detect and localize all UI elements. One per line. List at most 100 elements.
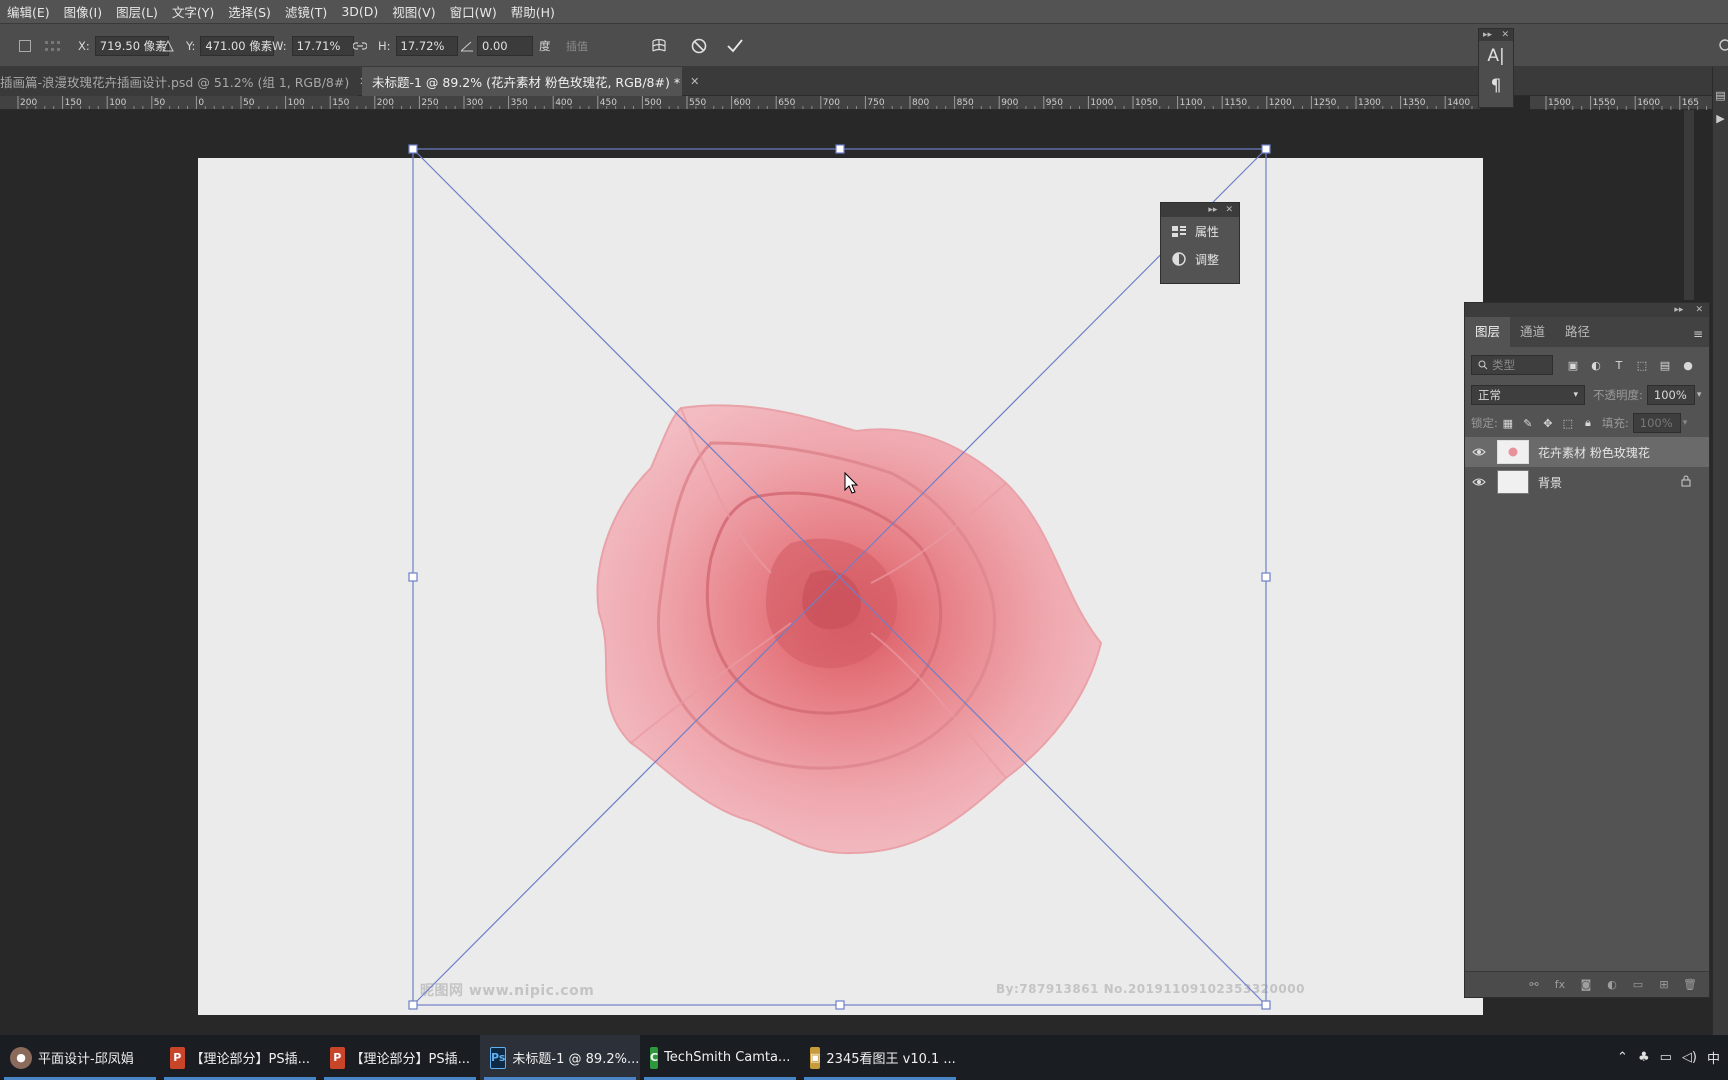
lock-artboard-icon[interactable]: ⬚ [1558, 413, 1578, 433]
relative-position-icon[interactable] [157, 35, 179, 57]
new-layer-icon[interactable]: ⊞ [1653, 978, 1675, 991]
reference-point-toggle[interactable] [14, 35, 36, 57]
y-field[interactable]: Y: 471.00 像素 [186, 35, 275, 56]
filter-shape-icon[interactable]: ⬚ [1632, 355, 1652, 375]
layer-name[interactable]: 花卉素材 粉色玫瑰花 [1538, 444, 1650, 461]
chevron-up-icon[interactable]: ⌃ [1617, 1050, 1628, 1065]
close-icon[interactable]: ✕ [1695, 305, 1703, 315]
properties-button[interactable]: 属性 [1161, 217, 1239, 245]
reference-point-grid-icon[interactable] [42, 35, 64, 57]
menu-select[interactable]: 选择(S) [221, 2, 278, 21]
link-layers-icon[interactable]: ⚯ [1523, 978, 1545, 991]
filter-toggle-icon[interactable]: ● [1678, 355, 1698, 375]
character-button[interactable]: A| [1479, 41, 1513, 71]
horizontal-ruler[interactable]: 200 150 100 50 0 50 100 150 200 250 300 350 400 450 50… [0, 96, 1480, 110]
play-icon[interactable]: ▶ [1713, 112, 1728, 125]
w-input[interactable]: 17.71% [291, 35, 354, 56]
menu-3d[interactable]: 3D(D) [334, 4, 385, 19]
search-icon [1478, 360, 1488, 370]
cancel-transform-button[interactable] [688, 35, 710, 57]
layer-name[interactable]: 背景 [1538, 474, 1562, 491]
collapse-icon[interactable]: ▸▸ [1208, 205, 1217, 215]
menu-help[interactable]: 帮助(H) [504, 2, 562, 21]
lock-move-icon[interactable]: ✥ [1538, 413, 1558, 433]
filter-type-icon[interactable]: T [1609, 355, 1629, 375]
close-icon[interactable]: ✕ [1501, 30, 1509, 40]
ruler-tick-label: 100 [288, 98, 305, 108]
filter-pixel-icon[interactable]: ▣ [1563, 355, 1583, 375]
tab-document-2[interactable]: 未标题-1 @ 89.2% (花卉素材 粉色玫瑰花, RGB/8#) * ✕ [362, 67, 699, 96]
layer-filter-select[interactable]: 类型 [1471, 355, 1553, 375]
x-field[interactable]: X: 719.50 像素 [78, 35, 169, 56]
network-icon[interactable]: ▭ [1660, 1050, 1672, 1065]
taskbar-item[interactable]: P 【理论部分】PS插... [320, 1035, 480, 1080]
input-method[interactable]: 中 [1707, 1048, 1720, 1067]
lock-all-icon[interactable]: 🔒︎ [1578, 413, 1598, 433]
taskbar-item[interactable]: Ps 未标题-1 @ 89.2%... [480, 1035, 640, 1080]
lock-paint-icon[interactable]: ✎ [1518, 413, 1538, 433]
new-adjustment-icon[interactable]: ◐ [1601, 978, 1623, 991]
panel-header[interactable]: ▸▸ ✕ [1161, 203, 1239, 217]
warp-mode-icon[interactable] [648, 35, 670, 57]
taskbar-item[interactable]: P 【理论部分】PS插... [160, 1035, 320, 1080]
taskbar-label: 【理论部分】PS插... [190, 1052, 311, 1067]
tab-channels[interactable]: 通道 [1510, 317, 1555, 347]
menu-filter[interactable]: 滤镜(T) [278, 2, 334, 21]
filter-adjustment-icon[interactable]: ◐ [1586, 355, 1606, 375]
height-field[interactable]: H: 17.72% [378, 35, 458, 56]
new-group-icon[interactable]: ▭ [1627, 978, 1649, 991]
adjustments-button[interactable]: 调整 [1161, 245, 1239, 273]
volume-icon[interactable]: ◁) [1682, 1050, 1697, 1065]
collapse-icon[interactable]: ▸▸ [1483, 30, 1492, 40]
commit-transform-button[interactable] [724, 35, 746, 57]
menu-edit[interactable]: 编辑(E) [0, 2, 57, 21]
collapse-icon[interactable]: ▸▸ [1674, 305, 1683, 315]
horizontal-ruler-right[interactable]: 1500 1550 1600 165 [1530, 96, 1716, 110]
layer-row[interactable]: 花卉素材 粉色玫瑰花 [1465, 437, 1709, 467]
angle-input[interactable]: 0.00 [477, 35, 533, 56]
eye-icon[interactable] [1465, 447, 1493, 457]
lock-transparent-icon[interactable]: ▦ [1498, 413, 1518, 433]
layer-row[interactable]: 背景 [1465, 467, 1709, 497]
fill-input[interactable]: 100% [1632, 413, 1681, 433]
app-tray-icon[interactable]: ♣ [1638, 1050, 1650, 1065]
panel-menu-icon[interactable]: ≡ [1693, 327, 1703, 341]
chevron-down-icon[interactable]: ▾ [1697, 390, 1702, 400]
chevron-down-icon[interactable]: ▾ [1683, 418, 1688, 428]
menu-view[interactable]: 视图(V) [385, 2, 442, 21]
menu-type[interactable]: 文字(Y) [165, 2, 221, 21]
add-mask-icon[interactable]: ◙ [1575, 978, 1597, 991]
ruler-tick-label: 550 [689, 98, 706, 108]
blend-mode-select[interactable]: 正常 ▾ [1471, 385, 1585, 405]
eye-icon[interactable] [1465, 477, 1493, 487]
taskbar-label: 平面设计-邱凤娟 [38, 1052, 134, 1067]
paragraph-button[interactable]: ¶ [1479, 71, 1513, 101]
taskbar-item[interactable]: ● 平面设计-邱凤娟 [0, 1035, 160, 1080]
taskbar-item[interactable]: C TechSmith Camta... [640, 1035, 800, 1080]
ruler-tick-label: 500 [644, 98, 661, 108]
ruler-tick-label: 1200 [1269, 98, 1292, 108]
tab-paths[interactable]: 路径 [1555, 317, 1600, 347]
menu-window[interactable]: 窗口(W) [443, 2, 504, 21]
menu-layer[interactable]: 图层(L) [109, 2, 165, 21]
taskbar-item[interactable]: ▣ 2345看图王 v10.1 ... [800, 1035, 960, 1080]
close-icon[interactable]: ✕ [690, 75, 699, 88]
y-input[interactable]: 471.00 像素 [200, 35, 275, 56]
h-input[interactable]: 17.72% [395, 35, 458, 56]
tab-document-1[interactable]: 插画篇-浪漫玫瑰花卉插画设计.psd @ 51.2% (组 1, RGB/8#)… [0, 67, 368, 96]
opacity-input[interactable]: 100% [1646, 385, 1695, 405]
delete-layer-icon[interactable]: 🗑︎ [1679, 978, 1701, 991]
search-icon[interactable] [1716, 35, 1728, 57]
panel-dock-icon[interactable]: ▤ [1713, 89, 1728, 102]
filter-smart-object-icon[interactable]: ▤ [1655, 355, 1675, 375]
menu-image[interactable]: 图像(I) [57, 2, 109, 21]
document-canvas[interactable]: 昵图网 www.nipic.com By:787913861 No.201911… [198, 158, 1483, 1015]
tab-layers[interactable]: 图层 [1465, 317, 1511, 347]
width-field[interactable]: W: 17.71% [272, 35, 354, 56]
fx-icon[interactable]: fx [1549, 978, 1571, 991]
angle-field[interactable]: 0.00 度 [460, 35, 556, 56]
vertical-scrollbar[interactable] [1684, 110, 1694, 300]
link-aspect-icon[interactable] [349, 35, 371, 57]
close-icon[interactable]: ✕ [1225, 205, 1233, 215]
interpolation-select[interactable]: 插值 [566, 35, 588, 56]
